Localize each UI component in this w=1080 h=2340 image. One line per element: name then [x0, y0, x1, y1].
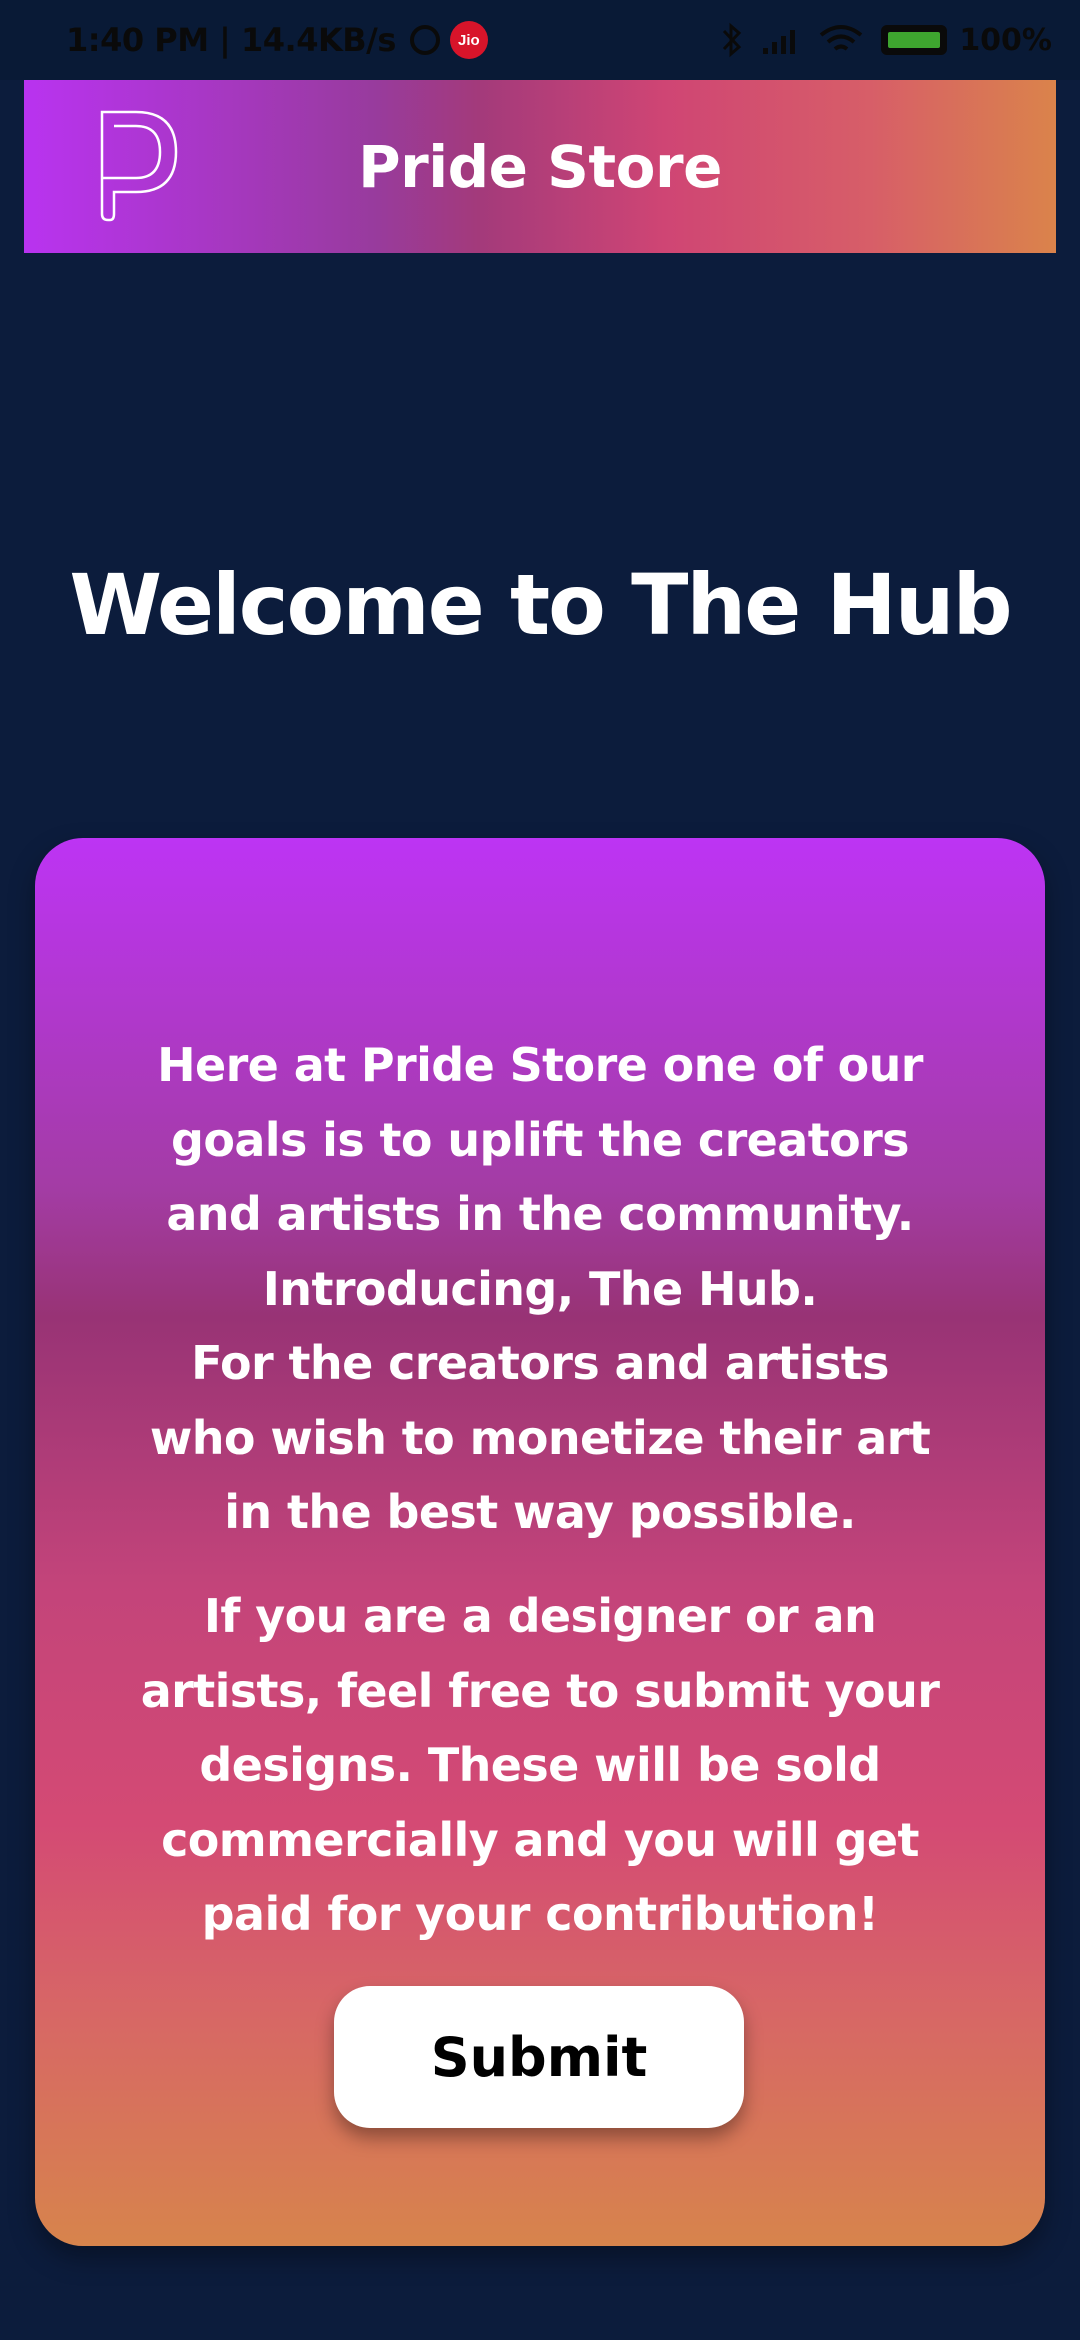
hub-info-card: Here at Pride Store one of our goals is …: [35, 838, 1045, 2246]
battery-percent: 100%: [959, 22, 1052, 58]
status-time-speed: 1:40 PM | 14.4KB/s: [66, 21, 396, 59]
battery-icon: [881, 25, 948, 55]
app-bar: Pride Store: [24, 80, 1056, 253]
battery-fill: [888, 32, 941, 48]
app-title: Pride Store: [358, 132, 722, 201]
wifi-icon: [820, 25, 863, 51]
jio-icon: Jio: [449, 21, 488, 59]
page-title: Welcome to The Hub: [69, 556, 1012, 654]
signal-icon: [763, 30, 796, 54]
submit-button[interactable]: Submit: [334, 1986, 744, 2128]
status-bar: 1:40 PM | 14.4KB/s Jio 100%: [0, 0, 1080, 80]
status-left: 1:40 PM | 14.4KB/s Jio: [66, 21, 488, 59]
bluetooth-icon: [723, 22, 742, 58]
invite-text: If you are a designer or an artists, fee…: [140, 1589, 940, 1941]
intro-text: Here at Pride Store one of our goals is …: [149, 1038, 931, 1539]
pride-store-logo-icon[interactable]: [96, 106, 182, 222]
alarm-icon: [409, 25, 440, 55]
status-right: 100%: [721, 22, 1052, 58]
